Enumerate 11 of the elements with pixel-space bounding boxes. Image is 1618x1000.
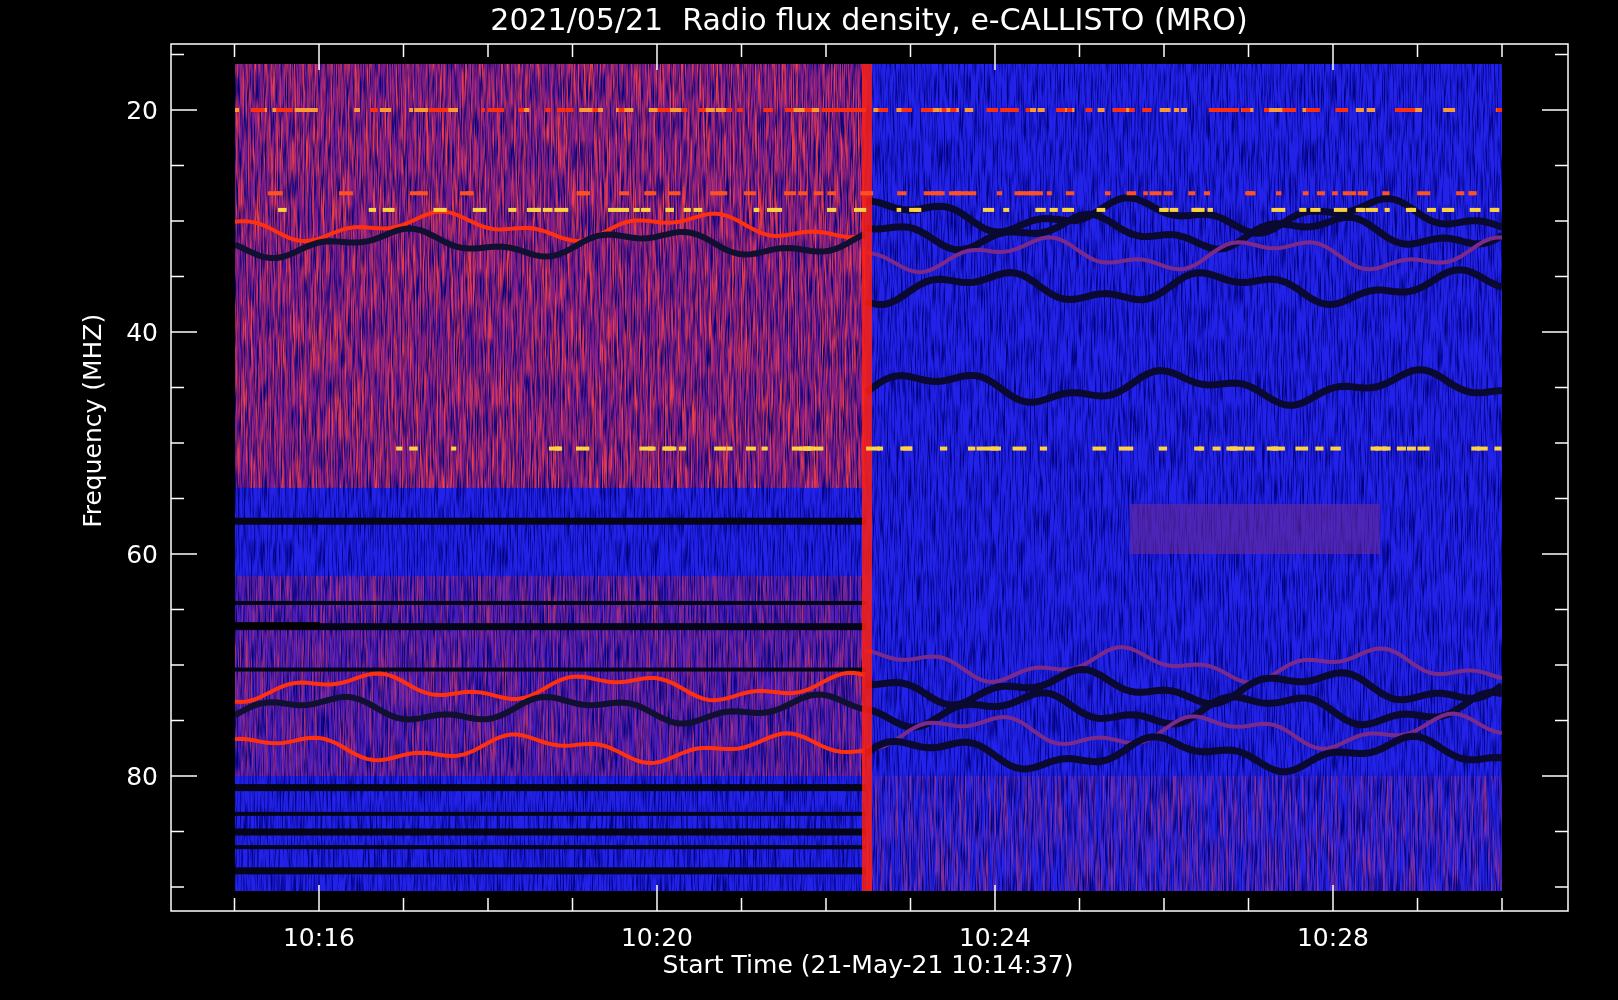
y-axis-label: Frequency (MHZ) [78,313,107,528]
y-tick-label: 60 [126,540,158,569]
x-axis-label: Start Time (21-May-21 10:14:37) [662,950,1074,979]
x-tick-label: 10:24 [959,923,1031,952]
y-tick-label: 40 [126,318,158,347]
chart-title: 2021/05/21 Radio flux density, e-CALLISTO (MRO) [490,1,1248,39]
x-tick-label: 10:16 [283,923,355,952]
y-tick-label: 80 [126,762,158,791]
x-tick-label: 10:20 [621,923,693,952]
x-tick-label: 10:28 [1297,923,1369,952]
y-tick-label: 20 [126,96,158,125]
